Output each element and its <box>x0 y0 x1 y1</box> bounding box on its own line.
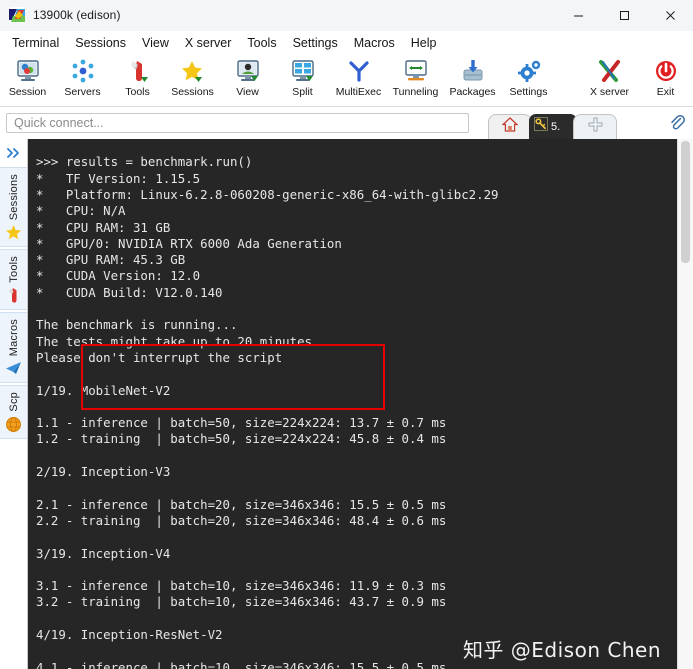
sidebar-item-sessions[interactable]: Sessions <box>0 167 27 248</box>
menu-terminal[interactable]: Terminal <box>4 33 67 53</box>
quick-connect-input[interactable]: Quick connect... <box>6 113 469 133</box>
toolbar-view-label: View <box>236 86 259 98</box>
toolbar-session-button[interactable]: Session <box>0 56 55 98</box>
session-icon <box>14 58 42 85</box>
toolbar-tools-label: Tools <box>125 86 150 98</box>
toolbar-exit-button[interactable]: Exit <box>638 56 693 98</box>
menu-help[interactable]: Help <box>403 33 445 53</box>
sessions-star-icon <box>179 58 207 85</box>
title-bar: 13900k (edison) <box>0 0 693 31</box>
minimize-button[interactable] <box>555 0 601 30</box>
menu-sessions[interactable]: Sessions <box>67 33 134 53</box>
globe-icon <box>5 416 22 433</box>
menu-xserver[interactable]: X server <box>177 33 240 53</box>
paper-plane-icon <box>5 360 22 377</box>
toolbar-sessions-label: Sessions <box>171 86 214 98</box>
toolbar-settings-label: Settings <box>509 86 548 98</box>
sidebar-item-macros[interactable]: Macros <box>0 311 27 384</box>
menu-settings[interactable]: Settings <box>285 33 346 53</box>
wrench-icon <box>5 287 22 304</box>
toolbar-sessions-button[interactable]: Sessions <box>165 56 220 98</box>
toolbar-xserver-label: X server <box>589 86 630 98</box>
work-area: Sessions Tools Macros Scp >>> results = … <box>0 139 693 669</box>
toolbar-split-button[interactable]: Split <box>275 56 330 98</box>
tab-session-label: 5. <box>551 120 561 133</box>
terminal-output: >>> results = benchmark.run() * TF Versi… <box>36 154 499 669</box>
xserver-icon <box>596 58 624 85</box>
multiexec-icon <box>345 58 373 85</box>
sidebar-filler <box>0 440 27 669</box>
tab-session-active[interactable]: 5. <box>529 114 577 139</box>
sidebar-item-scp-label: Scp <box>7 392 20 412</box>
close-button[interactable] <box>647 0 693 30</box>
menu-tools[interactable]: Tools <box>239 33 284 53</box>
split-icon <box>289 58 317 85</box>
star-icon <box>5 224 22 241</box>
toolbar-servers-button[interactable]: Servers <box>55 56 110 98</box>
toolbar-tunneling-label: Tunneling <box>392 86 439 98</box>
exit-power-icon <box>652 58 680 85</box>
toolbar-session-label: Session <box>8 86 47 98</box>
terminal-scrollbar[interactable] <box>677 139 693 669</box>
toolbar-servers-label: Servers <box>64 86 101 98</box>
sidebar-item-sessions-label: Sessions <box>7 174 20 221</box>
toolbar-exit-label: Exit <box>656 86 675 98</box>
tab-strip: 5. <box>488 110 617 139</box>
toolbar-view-button[interactable]: View <box>220 56 275 98</box>
menu-view[interactable]: View <box>134 33 177 53</box>
mobaxterm-icon <box>9 7 25 23</box>
paperclip-icon[interactable] <box>669 114 685 136</box>
window-controls <box>555 0 693 30</box>
toolbar-multiexec-label: MultiExec <box>335 86 382 98</box>
packages-icon <box>459 58 487 85</box>
tab-new[interactable] <box>573 114 617 139</box>
toolbar-packages-button[interactable]: Packages <box>444 56 501 98</box>
toolbar-settings-button[interactable]: Settings <box>501 56 556 98</box>
sidebar-item-macros-label: Macros <box>7 318 20 357</box>
toolbar-multiexec-button[interactable]: MultiExec <box>330 56 387 98</box>
tunneling-icon <box>402 58 430 85</box>
sidebar-item-scp[interactable]: Scp <box>0 385 27 439</box>
mobaxterm-window: 13900k (edison) Terminal Sessions View X… <box>0 0 693 669</box>
terminal-pane[interactable]: >>> results = benchmark.run() * TF Versi… <box>28 139 677 669</box>
quick-connect-bar: Quick connect... 5. <box>0 107 693 139</box>
menu-macros[interactable]: Macros <box>346 33 403 53</box>
settings-gear-icon <box>515 58 543 85</box>
main-toolbar: Session Servers Tools Sessions View Spli… <box>0 54 693 107</box>
sidebar-item-tools[interactable]: Tools <box>0 249 27 310</box>
toolbar-tools-button[interactable]: Tools <box>110 56 165 98</box>
left-sidebar: Sessions Tools Macros Scp <box>0 139 28 669</box>
view-icon <box>234 58 262 85</box>
sidebar-item-tools-label: Tools <box>7 256 20 283</box>
toolbar-split-label: Split <box>292 86 313 98</box>
servers-icon <box>69 58 97 85</box>
terminal-scrollbar-thumb[interactable] <box>681 141 690 263</box>
toolbar-tunneling-button[interactable]: Tunneling <box>387 56 444 98</box>
key-icon <box>534 117 548 136</box>
tab-home[interactable] <box>488 114 532 139</box>
home-icon <box>501 117 519 137</box>
toolbar-xserver-button[interactable]: X server <box>581 56 638 98</box>
menu-bar: Terminal Sessions View X server Tools Se… <box>0 31 693 54</box>
window-title: 13900k (edison) <box>33 8 121 22</box>
plus-icon <box>588 117 603 137</box>
maximize-button[interactable] <box>601 0 647 30</box>
sidebar-expand-button[interactable] <box>0 139 27 167</box>
tools-icon <box>124 58 152 85</box>
toolbar-packages-label: Packages <box>449 86 496 98</box>
watermark: 知乎 @Edison Chen <box>462 638 661 662</box>
